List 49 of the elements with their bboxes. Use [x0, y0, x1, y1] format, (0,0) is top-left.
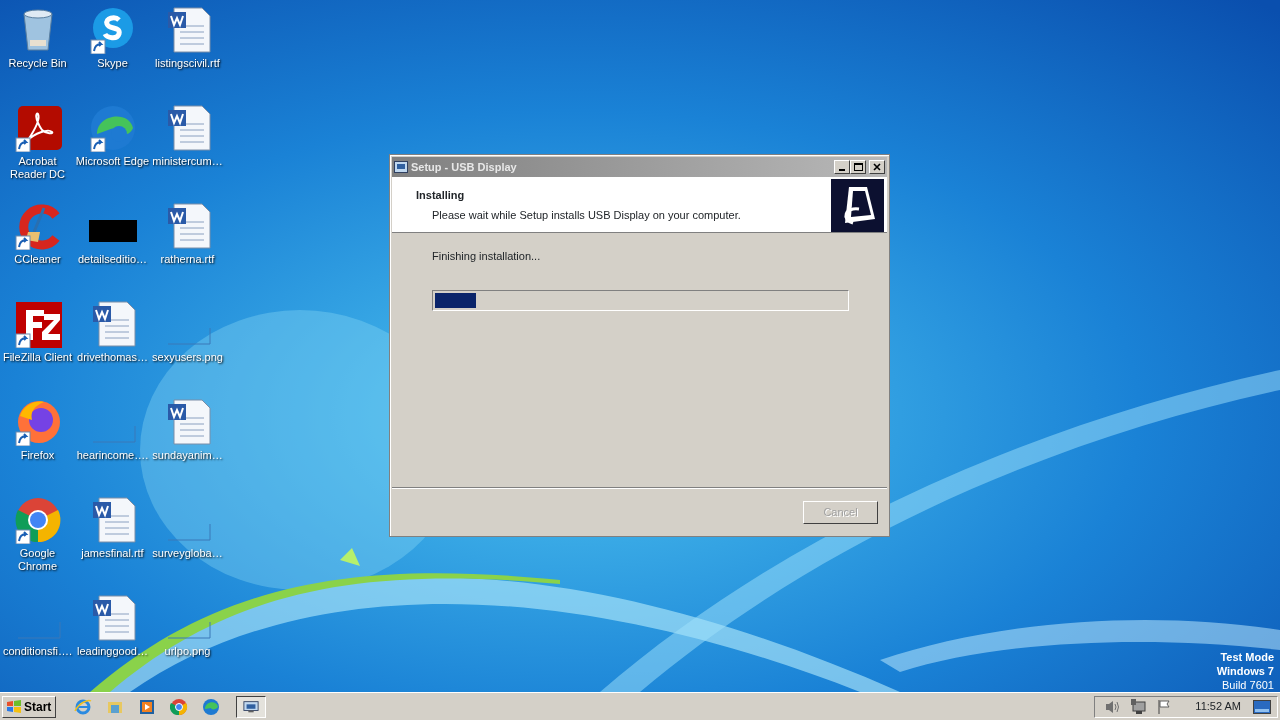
shortcut-pdf-app-icon[interactable]	[13, 104, 62, 152]
maximize-icon	[853, 163, 863, 171]
status-text: Finishing installation...	[432, 249, 542, 264]
icon-label[interactable]: surveygloba…	[152, 547, 223, 560]
icon-label[interactable]: Google Chrome	[0, 547, 75, 573]
icon-label[interactable]: sexyusers.png	[152, 351, 223, 364]
window-title: Setup - USB Display	[411, 159, 518, 175]
icon-label[interactable]: hearincome….	[76, 449, 149, 462]
maximize-button[interactable]	[850, 160, 867, 174]
system-info-text: Test Mode	[1219, 650, 1274, 664]
icon-label[interactable]: Recycle Bin	[8, 57, 67, 70]
subheading: Please wait while Setup installs USB Display on your computer.	[432, 207, 741, 223]
heading: Installing	[416, 188, 466, 203]
icon-label[interactable]: jamesfinal.rtf	[81, 547, 144, 560]
close-button[interactable]	[869, 160, 885, 174]
shortcut-chrome-icon[interactable]	[13, 496, 62, 544]
chrome-icon[interactable]	[170, 697, 189, 716]
system-info-text: Windows 7	[1216, 664, 1274, 678]
icon-label[interactable]: leadinggood…	[77, 645, 148, 658]
network-icon[interactable]	[1129, 697, 1148, 716]
setup-app-icon	[243, 699, 260, 714]
icon-label[interactable]: FileZilla Client	[2, 351, 73, 364]
icon-label[interactable]: Microsoft Edge	[75, 155, 150, 168]
windows-logo-icon	[6, 698, 22, 715]
show-desktop-icon[interactable]	[1253, 699, 1271, 714]
icon-label[interactable]: listingscivil.rtf	[155, 57, 220, 70]
clock[interactable]: 11:52 AM	[1195, 698, 1241, 715]
close-icon	[873, 163, 881, 171]
icon-label[interactable]: drivethomas…	[77, 351, 148, 364]
icon-label[interactable]: sundayanim…	[152, 449, 223, 462]
shortcut-filezilla-icon[interactable]	[13, 300, 62, 348]
icon-label[interactable]: Acrobat Reader DC	[0, 155, 75, 181]
edge-icon[interactable]	[202, 697, 221, 716]
icon-label[interactable]: CCleaner	[14, 253, 61, 266]
icon-label[interactable]: Skype	[97, 57, 128, 70]
shortcut-edge-icon[interactable]	[88, 104, 137, 152]
icon-label[interactable]: detailseditio…	[77, 253, 148, 266]
icon-label[interactable]: ministercum…	[152, 155, 223, 168]
icon-label[interactable]: ratherna.rtf	[160, 253, 215, 266]
icon-label[interactable]: conditionsfi….	[2, 645, 73, 658]
minimize-button[interactable]	[834, 160, 851, 174]
app-icon	[394, 161, 408, 173]
media-player-icon[interactable]	[138, 697, 157, 716]
system-info-text: Build 7601	[1221, 678, 1274, 692]
shortcut-firefox-icon[interactable]	[13, 398, 62, 446]
start-button[interactable]: Start	[2, 695, 57, 718]
icon-label[interactable]: Firefox	[20, 449, 55, 462]
taskbar-button[interactable]	[236, 695, 267, 718]
shortcut-ccleaner-icon[interactable]	[13, 202, 62, 250]
